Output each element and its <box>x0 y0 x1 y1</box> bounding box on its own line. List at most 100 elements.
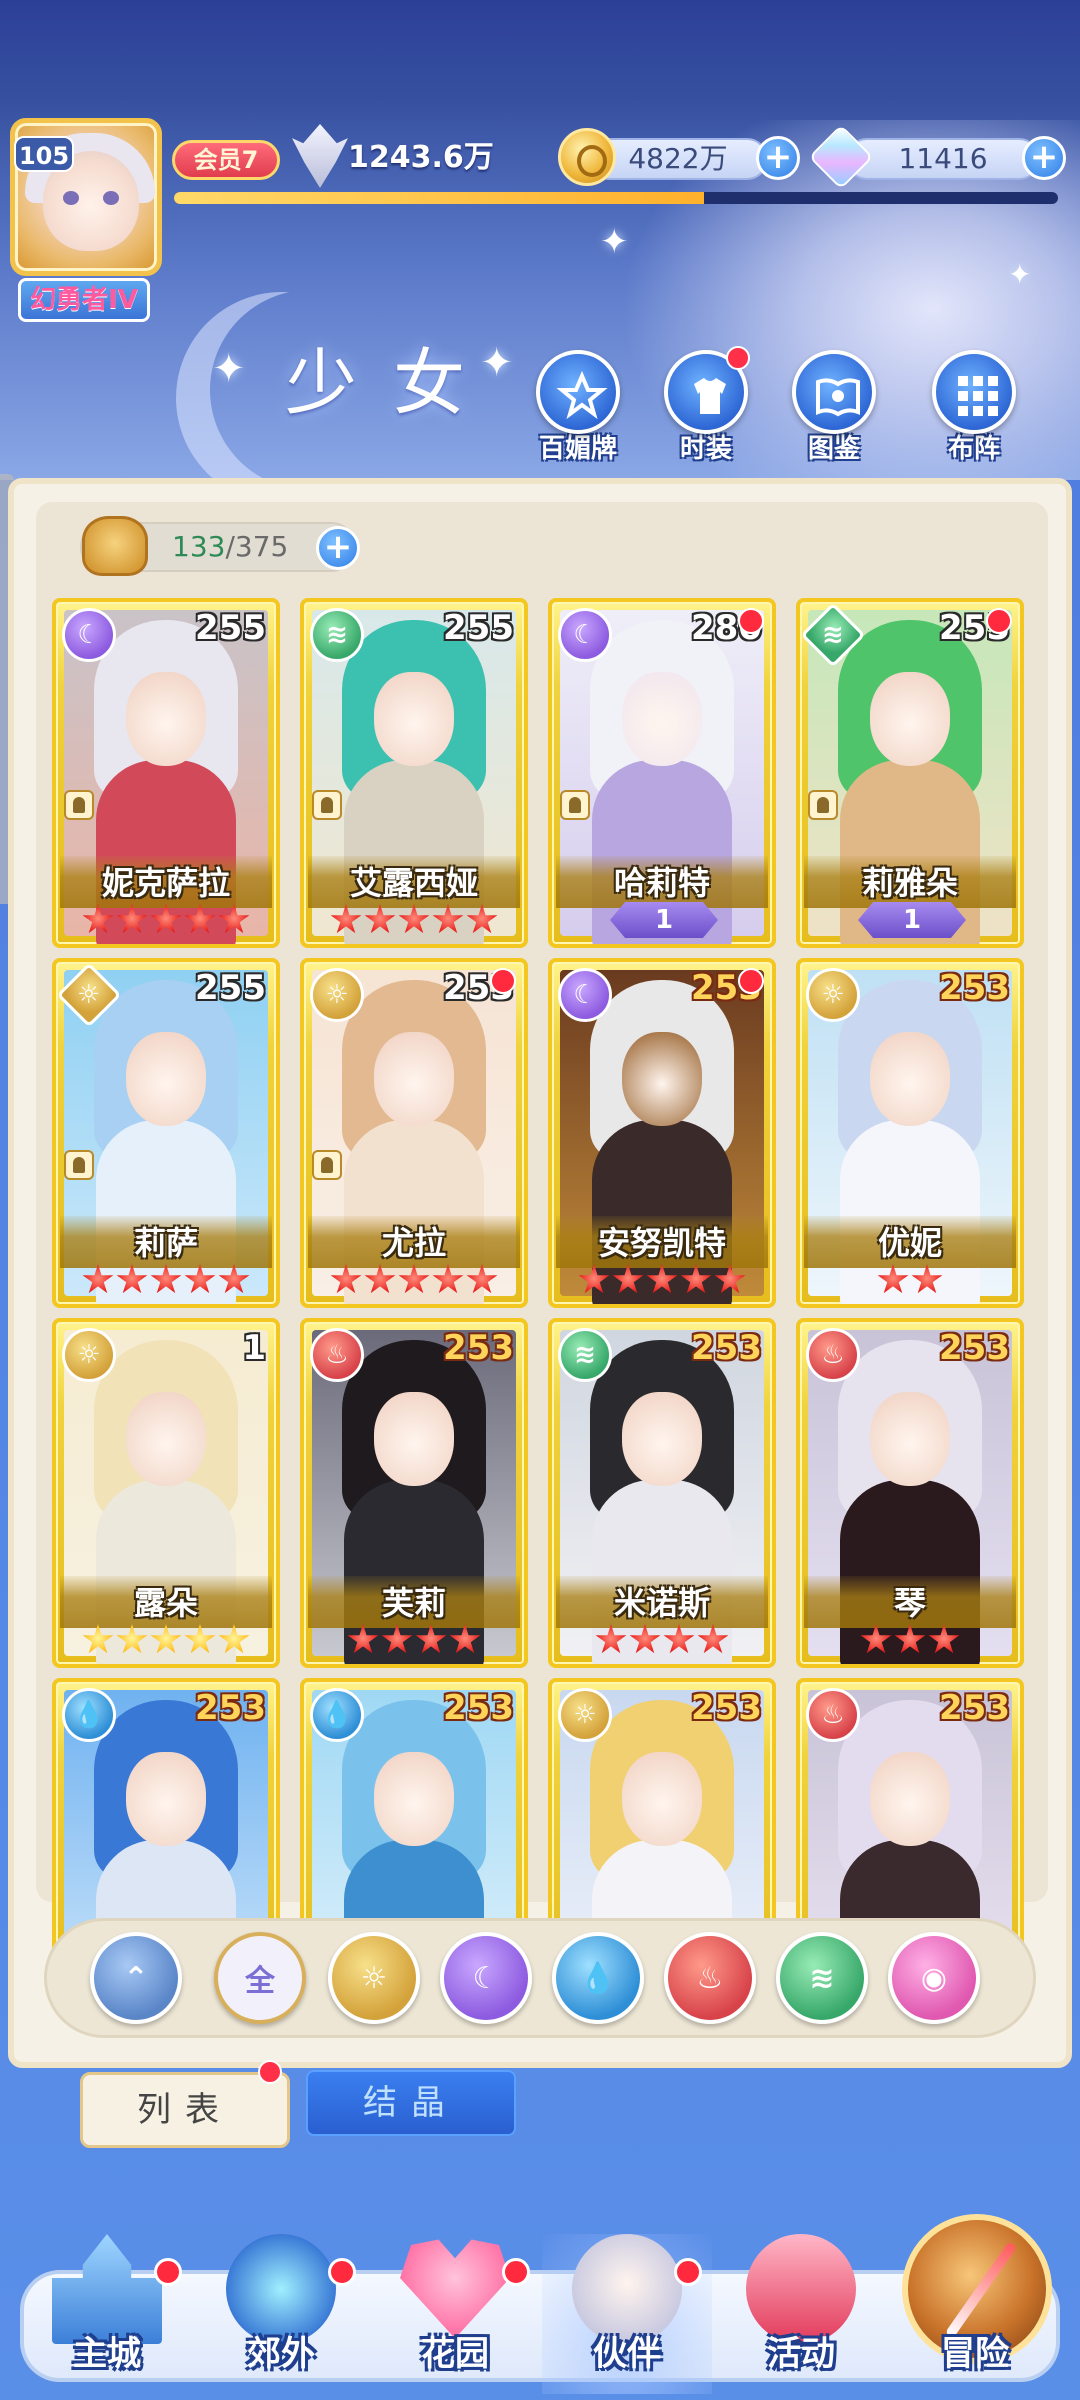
star-rating <box>56 904 276 940</box>
moon-element-icon: ☾ <box>558 608 612 662</box>
wind-element-icon: ≋ <box>310 608 364 662</box>
nav-item-4[interactable]: 活动 <box>716 2234 886 2394</box>
nav-item-3[interactable]: 伙伴 <box>542 2234 712 2394</box>
character-name: 艾露西娅 <box>349 864 478 902</box>
add-gold-button[interactable]: + <box>756 136 800 180</box>
filter-moon-button[interactable]: ☾ <box>440 1932 532 2024</box>
star-icon <box>82 904 114 934</box>
filter-all-button[interactable]: 全 <box>214 1932 306 2024</box>
nav-label: 花园 <box>421 2334 489 2374</box>
vip-badge[interactable]: 会员7 <box>172 140 280 180</box>
filter-sun-button[interactable]: ☼ <box>328 1932 420 2024</box>
star-icon <box>612 1264 644 1294</box>
awaken-badge: 1 <box>610 902 718 938</box>
moon-element-icon: ☾ <box>558 968 612 1022</box>
character-level: 253 <box>443 1328 514 1368</box>
moon-element-icon: ☾ <box>62 608 116 662</box>
expand-collection-button[interactable]: + <box>316 526 360 570</box>
character-name: 芙莉 <box>381 1584 446 1622</box>
star-icon <box>184 1264 216 1294</box>
sparkle-icon: ✦ <box>1008 258 1032 291</box>
menu-button-2[interactable]: 图鉴 <box>784 350 884 464</box>
water-element-icon: 💧 <box>579 1960 617 1996</box>
tab-list[interactable]: 列表 <box>80 2072 290 2148</box>
character-name: 优妮 <box>877 1224 942 1262</box>
star-rating <box>304 904 524 940</box>
star-icon <box>330 1264 362 1294</box>
character-level: 253 <box>691 1688 762 1728</box>
character-card[interactable]: ≋ 253 米诺斯 <box>548 1318 776 1668</box>
star-icon <box>82 1624 114 1654</box>
character-card[interactable]: ≋ 255 莉雅朵 1 <box>796 598 1024 948</box>
character-card[interactable]: ☼ 253 优妮 <box>796 958 1024 1308</box>
collection-total: /375 <box>225 530 289 563</box>
nav-label: 活动 <box>767 2334 835 2374</box>
sparkle-icon: ✦ <box>212 346 246 392</box>
book-icon <box>792 350 876 434</box>
water-element-icon: 💧 <box>310 1688 364 1742</box>
notification-dot <box>502 2258 530 2286</box>
collection-current: 133 <box>172 530 226 563</box>
character-name: 哈莉特 <box>613 864 710 902</box>
filter-star-button[interactable]: ◉ <box>888 1932 980 2024</box>
star-icon <box>911 1264 943 1294</box>
character-card[interactable]: ☾ 253 安努凯特 <box>548 958 776 1308</box>
star-element-icon: ◉ <box>920 1960 948 1996</box>
awaken-badge: 1 <box>858 902 966 938</box>
star-icon <box>697 1624 729 1654</box>
nav-item-0[interactable]: 主城 <box>22 2234 192 2394</box>
character-level: 253 <box>939 1328 1010 1368</box>
player-level-badge: 105 <box>14 136 74 172</box>
role-icon <box>64 1150 94 1180</box>
star-rating <box>800 1624 1020 1660</box>
filter-fire-button[interactable]: ♨ <box>664 1932 756 2024</box>
nav-item-2[interactable]: 花园 <box>370 2234 540 2394</box>
menu-button-0[interactable]: 百媚牌 <box>528 350 628 464</box>
character-card[interactable]: ☾ 280 哈莉特 1 <box>548 598 776 948</box>
filter-wind-button[interactable]: ≋ <box>776 1932 868 2024</box>
character-card[interactable]: ☼ 253 尤拉 <box>300 958 528 1308</box>
character-level: 1 <box>242 1328 266 1368</box>
exp-progress-fill <box>174 192 705 204</box>
character-card[interactable]: ≋ 255 艾露西娅 <box>300 598 528 948</box>
notification-dot <box>674 2258 702 2286</box>
character-card[interactable]: ☾ 255 妮克萨拉 <box>52 598 280 948</box>
nav-label: 伙伴 <box>593 2334 661 2374</box>
star-rating <box>552 1264 772 1300</box>
filter-sort-button[interactable]: ⌃ <box>90 1932 182 2024</box>
notification-dot <box>154 2258 182 2286</box>
character-level: 255 <box>195 608 266 648</box>
star-icon <box>116 904 148 934</box>
star-icon <box>364 904 396 934</box>
menu-button-3[interactable]: 布阵 <box>924 350 1024 464</box>
star-icon <box>415 1624 447 1654</box>
star-icon <box>82 1264 114 1294</box>
character-card[interactable]: ☼ 255 莉萨 <box>52 958 280 1308</box>
star-icon <box>218 1264 250 1294</box>
sun-element-icon: ☼ <box>62 1328 116 1382</box>
tab-crystal[interactable]: 结晶 <box>306 2070 516 2136</box>
star-icon <box>116 1264 148 1294</box>
nav-item-1[interactable]: 郊外 <box>196 2234 366 2394</box>
character-card[interactable]: ♨ 253 琴 <box>796 1318 1024 1668</box>
gem-value: 11416 <box>898 142 988 175</box>
star-icon <box>150 904 182 934</box>
filter-water-button[interactable]: 💧 <box>552 1932 644 2024</box>
add-gem-button[interactable]: + <box>1022 136 1066 180</box>
star-rating <box>552 1624 772 1660</box>
star-rating <box>56 1624 276 1660</box>
character-level: 253 <box>939 968 1010 1008</box>
character-name: 露朵 <box>133 1584 198 1622</box>
nav-label: 主城 <box>73 2334 141 2374</box>
character-card[interactable]: ♨ 253 芙莉 <box>300 1318 528 1668</box>
notification-dot <box>490 968 516 994</box>
star-icon <box>347 1624 379 1654</box>
menu-button-1[interactable]: 时装 <box>656 346 756 464</box>
filter-all-label: 全 <box>245 1964 275 1999</box>
character-card[interactable]: ☼ 1 露朵 <box>52 1318 280 1668</box>
nav-item-5[interactable]: 冒险 <box>890 2214 1060 2394</box>
star-icon <box>894 1624 926 1654</box>
sun-element-icon: ☼ <box>558 1688 612 1742</box>
star-icon <box>860 1624 892 1654</box>
role-icon <box>808 790 838 820</box>
